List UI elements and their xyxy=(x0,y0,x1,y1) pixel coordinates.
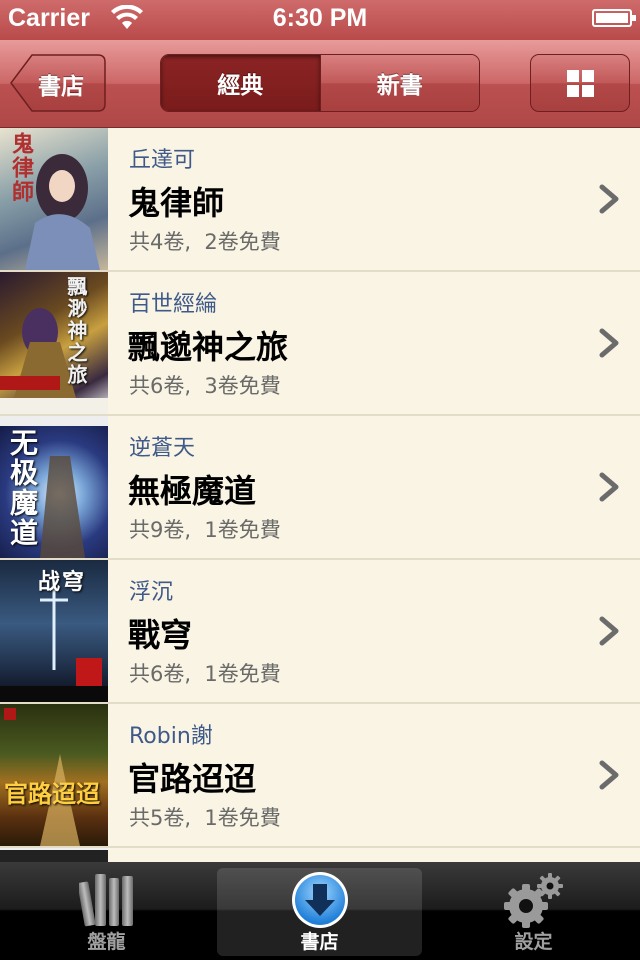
book-title: 戰穹 xyxy=(128,616,193,654)
chevron-right-icon xyxy=(599,184,619,214)
cover-title: 飄渺神之旅 xyxy=(64,276,88,386)
cover-title: 官路迢迢 xyxy=(4,780,100,808)
battery-icon xyxy=(592,9,636,27)
book-title: 鬼律師 xyxy=(128,184,225,222)
book-volumes: 共6卷, 1卷免費 xyxy=(129,662,281,686)
gear-icon xyxy=(503,873,563,928)
book-cover: 飄渺神之旅 xyxy=(0,272,108,414)
segmented-control: 經典 新書 xyxy=(160,54,480,112)
chevron-right-icon xyxy=(599,328,619,358)
book-row[interactable]: 飄渺神之旅 百世經綸 飄邈神之旅 共6卷, 3卷免費 xyxy=(0,272,640,416)
book-volumes: 共9卷, 1卷免費 xyxy=(129,518,281,542)
tab-library[interactable]: 盤龍 xyxy=(0,862,213,960)
segment-classic[interactable]: 經典 xyxy=(161,55,320,111)
book-cover: 战穹 xyxy=(0,560,108,702)
tab-settings-label: 設定 xyxy=(514,931,553,953)
cover-title: 无极魔道 xyxy=(6,428,39,548)
download-icon xyxy=(291,872,348,928)
book-row[interactable]: 鬼律師 丘達可 鬼律師 共4卷, 2卷免費 xyxy=(0,128,640,272)
book-author: 逆蒼天 xyxy=(129,436,196,461)
book-volumes: 共5卷, 1卷免費 xyxy=(129,806,281,830)
book-author: Robin謝 xyxy=(129,724,213,749)
book-row[interactable]: 无极魔道 逆蒼天 無極魔道 共9卷, 1卷免費 xyxy=(0,416,640,560)
tab-library-label: 盤龍 xyxy=(87,931,126,953)
book-row[interactable]: 战穹 浮沉 戰穹 共6卷, 1卷免費 xyxy=(0,560,640,704)
tab-bookstore-label: 書店 xyxy=(300,931,339,953)
book-cover: 官路迢迢 xyxy=(0,704,108,846)
book-cover: 无极魔道 xyxy=(0,416,108,558)
book-cover: 鬼律師 xyxy=(0,128,108,270)
book-title: 官路迢迢 xyxy=(128,760,257,798)
book-volumes: 共4卷, 2卷免費 xyxy=(129,230,281,254)
grid-view-button[interactable] xyxy=(530,54,630,112)
book-title: 無極魔道 xyxy=(128,472,257,510)
tab-settings[interactable]: 設定 xyxy=(427,862,640,960)
book-row[interactable]: 官路迢迢 Robin謝 官路迢迢 共5卷, 1卷免費 xyxy=(0,704,640,848)
books-icon xyxy=(78,874,133,927)
clock: 6:30 PM xyxy=(272,4,368,32)
chevron-right-icon xyxy=(599,760,619,790)
back-button[interactable]: 書店 xyxy=(10,54,106,112)
book-author: 百世經綸 xyxy=(129,292,218,317)
book-author: 浮沉 xyxy=(129,580,174,605)
navigation-bar: 書店 經典 新書 xyxy=(0,40,640,128)
book-list: 鬼律師 丘達可 鬼律師 共4卷, 2卷免費 飄渺神之旅 百世經綸 飄邈神之旅 共… xyxy=(0,128,640,848)
segment-new-books[interactable]: 新書 xyxy=(319,55,479,111)
cover-title: 鬼律師 xyxy=(8,132,33,204)
tab-bookstore[interactable]: 書店 xyxy=(213,862,426,960)
back-button-label: 書店 xyxy=(38,74,84,100)
book-title: 飄邈神之旅 xyxy=(128,328,289,366)
status-bar: Carrier 6:30 PM xyxy=(0,0,640,40)
book-volumes: 共6卷, 3卷免費 xyxy=(129,374,281,398)
chevron-right-icon xyxy=(599,472,619,502)
tab-bar: 盤龍 書店 設定 xyxy=(0,862,640,960)
chevron-right-icon xyxy=(599,616,619,646)
cover-title: 战穹 xyxy=(38,570,87,595)
book-author: 丘達可 xyxy=(129,148,196,173)
